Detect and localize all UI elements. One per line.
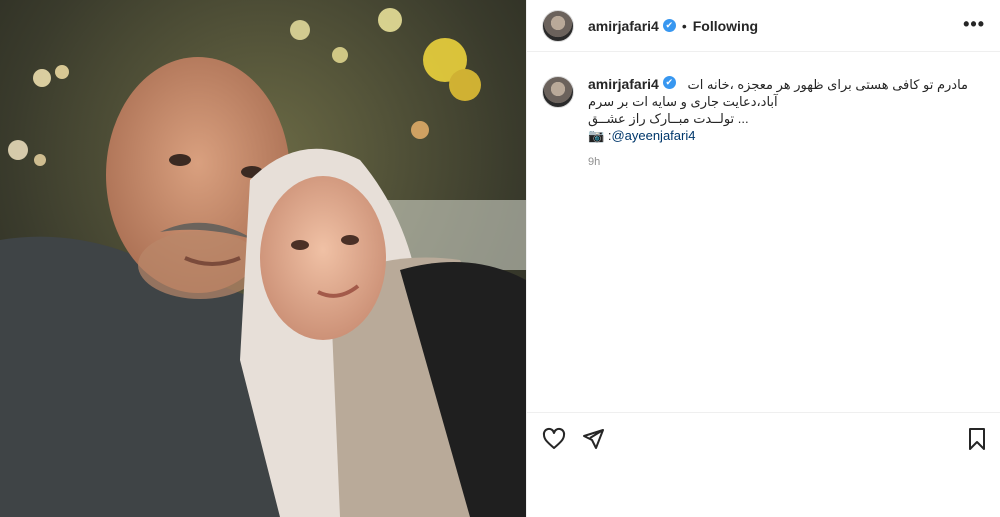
more-options-icon[interactable]: ••• <box>963 14 985 35</box>
bookmark-icon[interactable] <box>965 427 989 451</box>
post-side-panel: amirjafari4 ✔ • Following ••• amirjafari… <box>526 0 1000 517</box>
verified-badge-icon: ✔ <box>662 19 676 32</box>
post-timestamp[interactable]: 9h <box>588 156 968 168</box>
author-username[interactable]: amirjafari4 <box>588 18 659 34</box>
following-button[interactable]: Following <box>693 18 758 34</box>
caption-block: amirjafari4 ✔ مادرم تو کافی هستی برای ظه… <box>542 76 982 168</box>
caption-mention-line: 📷 :@ayeenjafari4 <box>588 127 968 144</box>
caption-username[interactable]: amirjafari4 <box>588 76 659 93</box>
mention-link[interactable]: @ayeenjafari4 <box>611 128 695 143</box>
separator-dot: • <box>681 17 687 34</box>
post-photo[interactable] <box>0 0 526 517</box>
post-header: amirjafari4 ✔ • Following ••• <box>527 0 1000 52</box>
caption-verified-badge-icon: ✔ <box>662 76 676 89</box>
share-icon[interactable] <box>581 427 605 451</box>
action-bar <box>527 412 1000 464</box>
caption-line-1: مادرم تو کافی هستی برای ظهور هر معجزه ،خ… <box>687 77 968 92</box>
heart-icon[interactable] <box>542 427 566 451</box>
camera-icon: 📷 <box>588 128 605 143</box>
caption-line-3: ... تولــدت مبــارک راز عشــق <box>588 111 749 126</box>
author-avatar[interactable] <box>542 9 574 42</box>
caption-avatar[interactable] <box>542 76 574 108</box>
caption-line-2: آباد،دعایت جاری و سایه ات بر سرم <box>588 94 778 109</box>
